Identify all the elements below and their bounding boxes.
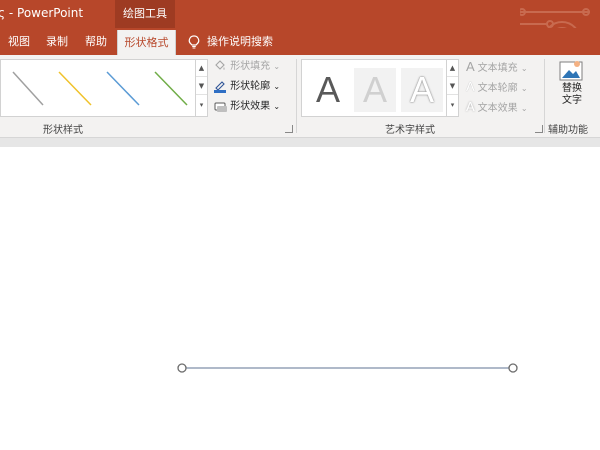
chevron-down-icon: ⌄ — [273, 62, 281, 71]
alt-text-label-line1: 替换 — [562, 83, 582, 94]
shape-outline-label: 形状轮廓 — [230, 81, 271, 92]
text-fill-button[interactable]: A 文本填充 ⌄ — [466, 58, 528, 76]
app-title: ς - PowerPoint — [0, 6, 84, 20]
ribbon-canvas-divider — [0, 138, 600, 147]
shape-style-gold-line[interactable] — [49, 60, 97, 116]
tab-shape-format[interactable]: 形状格式 — [117, 30, 176, 55]
shape-gallery-scroll: ▲ ▼ ▾ — [195, 59, 208, 117]
tell-me-search[interactable]: 操作说明搜索 — [188, 28, 273, 55]
shape-fill-button[interactable]: 形状填充 ⌄ — [213, 58, 280, 76]
tell-me-label: 操作说明搜索 — [207, 35, 273, 48]
blue-line-thumbnail — [106, 71, 140, 106]
tab-view[interactable]: 视图 — [8, 28, 30, 55]
green-line-thumbnail — [154, 71, 188, 106]
chevron-down-icon: ⌄ — [273, 102, 281, 111]
text-effects-button[interactable]: A 文本效果 ⌄ — [466, 98, 528, 116]
wordart-gallery[interactable]: A A A — [301, 59, 447, 117]
shape-style-gallery[interactable] — [0, 59, 196, 117]
gold-line-thumbnail — [58, 71, 92, 106]
scroll-down-button[interactable]: ▼ — [447, 78, 458, 95]
selected-line-shape[interactable] — [0, 147, 600, 450]
gallery-expand-button[interactable]: ▾ — [447, 97, 458, 113]
shape-style-gray-line[interactable] — [1, 60, 49, 116]
line-end-handle[interactable] — [508, 363, 518, 373]
alt-text-label-line2: 文字 — [562, 95, 582, 106]
accessibility-group-label: 辅助功能 — [548, 125, 588, 136]
wordart-style-light[interactable]: A — [354, 68, 396, 112]
lightbulb-icon — [188, 35, 200, 49]
shape-styles-group-label: 形状样式 — [43, 125, 83, 136]
group-separator — [544, 59, 545, 133]
wordart-style-dark[interactable]: A — [307, 68, 349, 112]
wordart-styles-group-label: 艺术字样式 — [385, 125, 435, 136]
title-bar: ς - PowerPoint 绘图工具 — [0, 0, 600, 55]
chevron-down-icon: ⌄ — [520, 84, 528, 93]
wordart-gallery-scroll: ▲ ▼ ▾ — [446, 59, 459, 117]
wordart-styles-launcher[interactable] — [535, 125, 543, 133]
gray-line-thumbnail — [12, 71, 44, 106]
gallery-expand-button[interactable]: ▾ — [196, 97, 207, 113]
text-effects-icon: A — [466, 99, 475, 114]
context-tool-title: 绘图工具 — [115, 0, 175, 28]
text-outline-label: 文本轮廓 — [477, 83, 518, 94]
chevron-down-icon: ⌄ — [273, 82, 281, 91]
text-outline-icon: A — [466, 79, 475, 94]
pen-outline-icon — [214, 81, 226, 93]
paint-bucket-icon — [215, 60, 225, 70]
shape-effects-label: 形状效果 — [230, 101, 271, 112]
text-outline-button[interactable]: A 文本轮廓 ⌄ — [466, 78, 528, 96]
scroll-down-button[interactable]: ▼ — [196, 78, 207, 95]
shape-effects-icon — [214, 102, 227, 112]
shape-styles-launcher[interactable] — [285, 125, 293, 133]
ribbon: ▲ ▼ ▾ 形状填充 ⌄ 形状轮廓 ⌄ 形状效果 ⌄ 形状样式 A A A ▲ … — [0, 55, 600, 138]
picture-alt-text-icon — [559, 61, 583, 81]
scroll-up-button[interactable]: ▲ — [196, 60, 207, 77]
chevron-down-icon: ⌄ — [520, 104, 528, 113]
ribbon-tabs: 视图 录制 帮助 形状格式 操作说明搜索 — [0, 28, 600, 55]
wordart-style-outline[interactable]: A — [401, 68, 443, 112]
shape-style-green-line[interactable] — [145, 60, 193, 116]
group-separator — [296, 59, 297, 133]
text-fill-icon: A — [466, 59, 475, 74]
line-start-handle[interactable] — [177, 363, 187, 373]
alt-text-button[interactable]: 替换 文字 — [551, 59, 593, 117]
shape-effects-button[interactable]: 形状效果 ⌄ — [213, 98, 280, 116]
tab-record[interactable]: 录制 — [46, 28, 68, 55]
tab-help[interactable]: 帮助 — [85, 28, 107, 55]
text-fill-label: 文本填充 — [477, 63, 518, 74]
shape-fill-label: 形状填充 — [230, 61, 271, 72]
title-fragment: ς — [0, 6, 6, 20]
scroll-up-button[interactable]: ▲ — [447, 60, 458, 77]
shape-style-blue-line[interactable] — [97, 60, 145, 116]
chevron-down-icon: ⌄ — [520, 64, 528, 73]
slide-canvas[interactable] — [0, 147, 600, 450]
text-effects-label: 文本效果 — [477, 103, 518, 114]
shape-outline-button[interactable]: 形状轮廓 ⌄ — [213, 78, 280, 96]
